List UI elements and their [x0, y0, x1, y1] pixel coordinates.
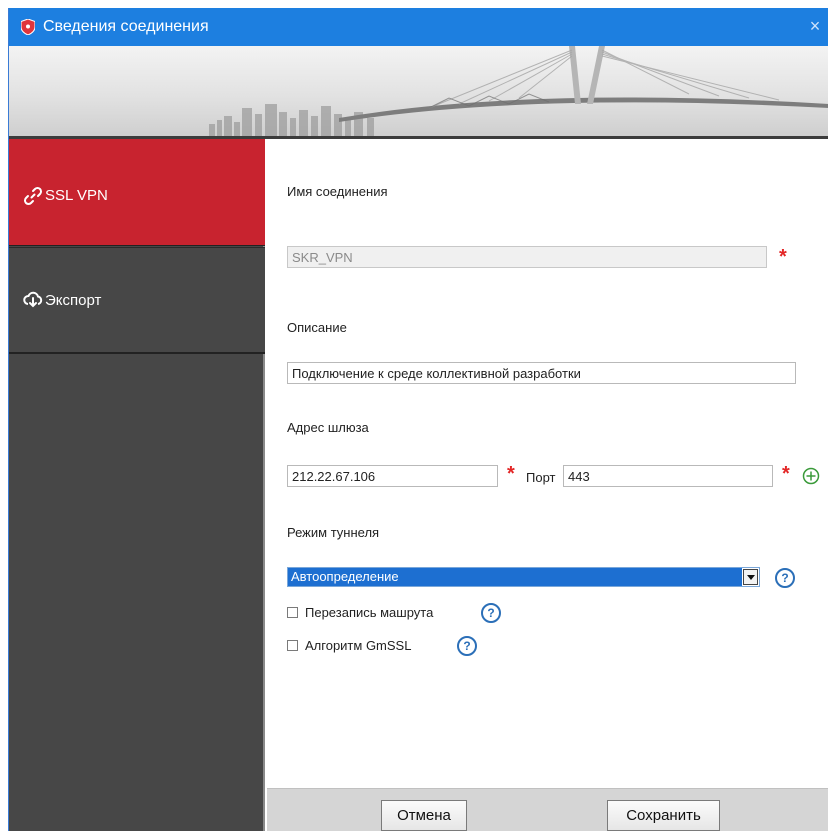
gateway-label: Адрес шлюза — [287, 420, 369, 435]
required-mark: * — [507, 463, 515, 485]
tunnel-mode-select[interactable]: Автоопределение — [287, 567, 760, 587]
sidebar: SSL VPN Экспорт — [9, 139, 265, 831]
port-field[interactable] — [563, 465, 773, 487]
shield-icon — [21, 19, 35, 35]
connection-name-field — [287, 246, 767, 268]
sidebar-item-export[interactable]: Экспорт — [9, 247, 265, 354]
save-button[interactable]: Сохранить — [607, 800, 720, 831]
tunnel-mode-help-icon[interactable]: ? — [775, 568, 795, 588]
gmssl-help-icon[interactable]: ? — [457, 636, 477, 656]
connection-form: Имя соединения * Описание Адрес шлюза * … — [267, 139, 828, 788]
route-overwrite-label: Перезапись машрута — [305, 605, 434, 620]
required-mark: * — [779, 246, 787, 268]
link-icon — [23, 186, 43, 206]
gmssl-label: Алгоритм GmSSL — [305, 638, 412, 653]
connection-details-dialog: Сведения соединения × SSL VPN Экспорт Им… — [8, 8, 828, 831]
route-overwrite-checkbox[interactable] — [287, 607, 298, 618]
chevron-down-icon[interactable] — [743, 569, 758, 585]
dialog-footer: Отмена Сохранить — [267, 788, 828, 831]
header-banner — [9, 46, 828, 136]
connection-name-label: Имя соединения — [287, 184, 388, 199]
gateway-field[interactable] — [287, 465, 498, 487]
close-button[interactable]: × — [801, 8, 828, 46]
sidebar-item-ssl-vpn[interactable]: SSL VPN — [9, 139, 265, 246]
sidebar-item-label: SSL VPN — [45, 187, 108, 204]
description-field[interactable] — [287, 362, 796, 384]
title-bar: Сведения соединения × — [9, 8, 828, 46]
description-label: Описание — [287, 320, 347, 335]
cloud-download-icon — [23, 291, 43, 308]
route-overwrite-option: Перезапись машрута — [287, 603, 487, 623]
tunnel-mode-value: Автоопределение — [288, 568, 742, 586]
add-plus-icon[interactable] — [802, 467, 820, 485]
gmssl-checkbox[interactable] — [287, 640, 298, 651]
bridge-banner-image — [209, 46, 828, 136]
tunnel-mode-label: Режим туннеля — [287, 525, 380, 540]
port-label: Порт — [526, 470, 556, 485]
route-overwrite-help-icon[interactable]: ? — [481, 603, 501, 623]
sidebar-item-label: Экспорт — [45, 292, 102, 309]
window-title: Сведения соединения — [43, 18, 209, 35]
required-mark: * — [782, 463, 790, 485]
gmssl-option: Алгоритм GmSSL — [287, 636, 467, 656]
cancel-button[interactable]: Отмена — [381, 800, 467, 831]
